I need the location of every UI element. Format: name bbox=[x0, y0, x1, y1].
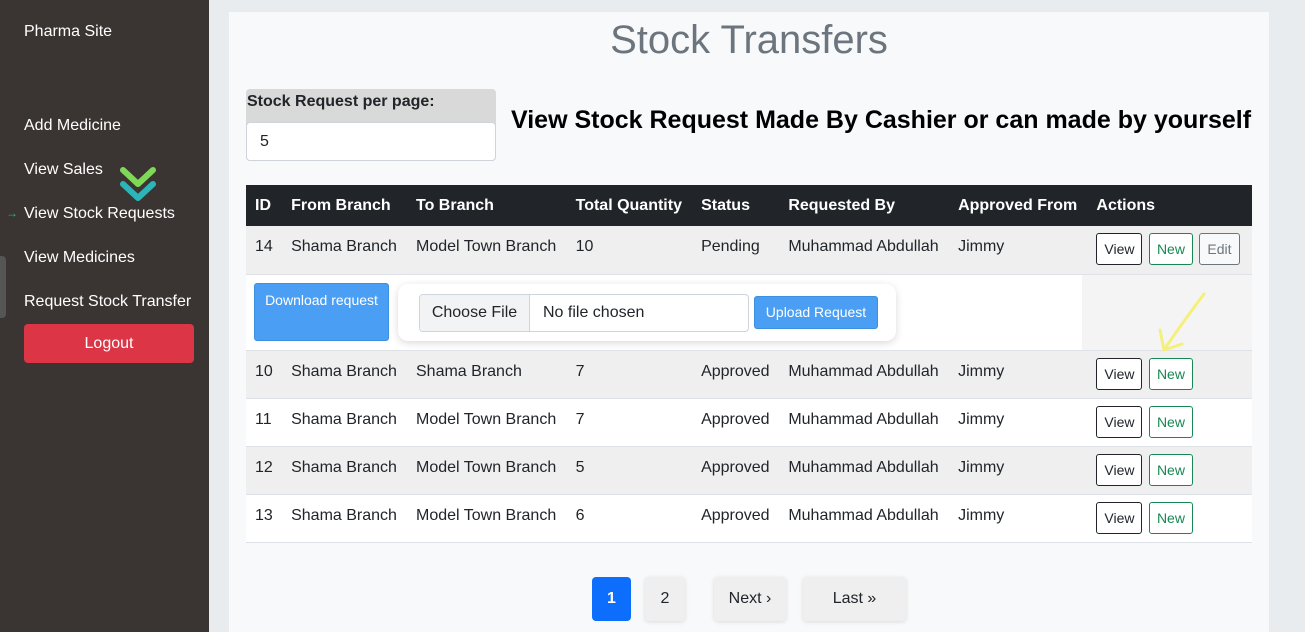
no-file-label: No file chosen bbox=[543, 303, 645, 321]
cell-approved-from: Jimmy bbox=[958, 238, 1005, 255]
header-status: Status bbox=[701, 196, 750, 214]
page-1-button[interactable]: 1 bbox=[592, 577, 631, 621]
cell-to: Model Town Branch bbox=[416, 506, 557, 524]
cell-approved-from: Jimmy bbox=[958, 410, 1005, 428]
logout-button[interactable]: Logout bbox=[24, 324, 194, 363]
cell-qty: 7 bbox=[575, 410, 585, 428]
cell-actions: View New Edit bbox=[1087, 226, 1252, 274]
view-button[interactable]: View bbox=[1096, 233, 1143, 265]
view-button[interactable]: View bbox=[1096, 357, 1143, 390]
cell-from: Shama Branch bbox=[291, 410, 397, 428]
cell-id: 14 bbox=[255, 238, 273, 255]
active-arrow-icon: → bbox=[6, 206, 18, 220]
cell-qty: 7 bbox=[575, 362, 585, 380]
cell-from: Shama Branch bbox=[291, 506, 397, 524]
cell-id: 13 bbox=[255, 506, 273, 524]
view-button[interactable]: View bbox=[1096, 501, 1143, 534]
table-row: 10 Shama Branch Shama Branch 7 Approved … bbox=[246, 350, 1252, 398]
cell-to: Model Town Branch bbox=[416, 238, 557, 255]
sidebar-edge-tab bbox=[0, 256, 6, 318]
nav-request-stock-transfer[interactable]: Request Stock Transfer bbox=[24, 293, 191, 311]
cell-qty: 10 bbox=[575, 238, 594, 255]
upload-row: Download request Choose File No file cho… bbox=[246, 274, 1252, 350]
upload-request-button[interactable]: Upload Request bbox=[754, 295, 878, 329]
header-requested-by: Requested By bbox=[788, 196, 896, 214]
cell-status: Approved bbox=[701, 506, 770, 524]
nav-view-sales[interactable]: View Sales bbox=[24, 161, 103, 179]
cell-status: Approved bbox=[701, 458, 770, 476]
cell-id: 10 bbox=[255, 362, 273, 380]
table-row: 14 Shama Branch Model Town Branch 10 Pen… bbox=[246, 226, 1252, 274]
choose-file-button[interactable]: Choose File bbox=[420, 294, 530, 331]
cell-id: 12 bbox=[255, 458, 273, 476]
cell-to: Model Town Branch bbox=[416, 410, 557, 428]
table-row: 12 Shama Branch Model Town Branch 5 Appr… bbox=[246, 446, 1252, 494]
cell-requested-by: Muhammad Abdullah bbox=[788, 238, 939, 255]
new-button[interactable]: New bbox=[1148, 233, 1193, 265]
download-request-button[interactable]: Download request bbox=[254, 282, 389, 341]
nav-add-medicine[interactable]: Add Medicine bbox=[24, 117, 121, 135]
header-to-branch: To Branch bbox=[416, 196, 494, 214]
header-approved-from: Approved From bbox=[958, 196, 1078, 214]
cell-requested-by: Muhammad Abdullah bbox=[788, 362, 939, 380]
upload-cell: Download request Choose File No file cho… bbox=[246, 274, 1252, 350]
per-page-input[interactable] bbox=[246, 122, 496, 161]
table-row: 13 Shama Branch Model Town Branch 6 Appr… bbox=[246, 494, 1252, 542]
cell-approved-from: Jimmy bbox=[958, 506, 1005, 524]
new-button[interactable]: New bbox=[1148, 501, 1193, 534]
new-button[interactable]: New bbox=[1148, 405, 1193, 438]
cell-from: Shama Branch bbox=[291, 238, 397, 255]
table-row: 11 Shama Branch Model Town Branch 7 Appr… bbox=[246, 398, 1252, 446]
cell-status: Pending bbox=[701, 238, 760, 255]
page-title: Stock Transfers bbox=[610, 18, 888, 62]
cell-requested-by: Muhammad Abdullah bbox=[788, 410, 939, 428]
cell-requested-by: Muhammad Abdullah bbox=[788, 506, 939, 524]
view-button[interactable]: View bbox=[1096, 405, 1143, 438]
cell-from: Shama Branch bbox=[291, 458, 397, 476]
table-header-row: ID From Branch To Branch Total Quantity … bbox=[246, 185, 1252, 226]
last-page-button[interactable]: Last » bbox=[803, 577, 906, 621]
cell-qty: 5 bbox=[575, 458, 585, 476]
nav-view-medicines[interactable]: View Medicines bbox=[24, 249, 135, 267]
nav-view-stock-requests[interactable]: View Stock Requests bbox=[24, 205, 175, 223]
header-id: ID bbox=[255, 196, 271, 214]
view-button[interactable]: View bbox=[1096, 453, 1143, 486]
header-actions: Actions bbox=[1096, 196, 1156, 214]
new-button[interactable]: New bbox=[1148, 357, 1193, 390]
double-chevron-down-icon bbox=[120, 167, 156, 201]
cell-id: 11 bbox=[255, 410, 272, 428]
next-page-button[interactable]: Next › bbox=[714, 577, 786, 621]
per-page-control: Stock Request per page: bbox=[246, 89, 496, 161]
file-input[interactable]: Choose File No file chosen bbox=[419, 293, 749, 332]
cell-to: Shama Branch bbox=[416, 362, 522, 380]
cell-approved-from: Jimmy bbox=[958, 362, 1005, 380]
header-total-quantity: Total Quantity bbox=[575, 196, 682, 214]
brand-name[interactable]: Pharma Site bbox=[24, 23, 112, 41]
cell-approved-from: Jimmy bbox=[958, 458, 1005, 476]
cell-actions: View New bbox=[1087, 446, 1252, 494]
upload-panel: Download request Choose File No file cho… bbox=[246, 274, 1252, 350]
section-heading: View Stock Request Made By Cashier or ca… bbox=[511, 106, 1252, 134]
page-2-button[interactable]: 2 bbox=[645, 577, 685, 621]
sidebar: Pharma Site Add Medicine View Sales → Vi… bbox=[0, 0, 209, 632]
cell-requested-by: Muhammad Abdullah bbox=[788, 458, 939, 476]
cell-status: Approved bbox=[701, 410, 770, 428]
per-page-label: Stock Request per page: bbox=[247, 93, 435, 110]
cell-status: Approved bbox=[701, 362, 770, 380]
cell-to: Model Town Branch bbox=[416, 458, 557, 476]
edit-button[interactable]: Edit bbox=[1199, 233, 1240, 265]
header-from-branch: From Branch bbox=[291, 196, 391, 214]
new-button[interactable]: New bbox=[1148, 453, 1193, 486]
main-content: Stock Transfers Stock Request per page: … bbox=[229, 12, 1269, 632]
stock-requests-table: ID From Branch To Branch Total Quantity … bbox=[246, 185, 1252, 543]
cell-actions: View New bbox=[1087, 398, 1252, 446]
cell-from: Shama Branch bbox=[291, 362, 397, 380]
cell-actions: View New bbox=[1087, 494, 1252, 542]
upload-card: Choose File No file chosen Upload Reques… bbox=[398, 283, 896, 341]
cell-qty: 6 bbox=[575, 506, 585, 524]
annotation-arrow-icon bbox=[1158, 292, 1206, 352]
